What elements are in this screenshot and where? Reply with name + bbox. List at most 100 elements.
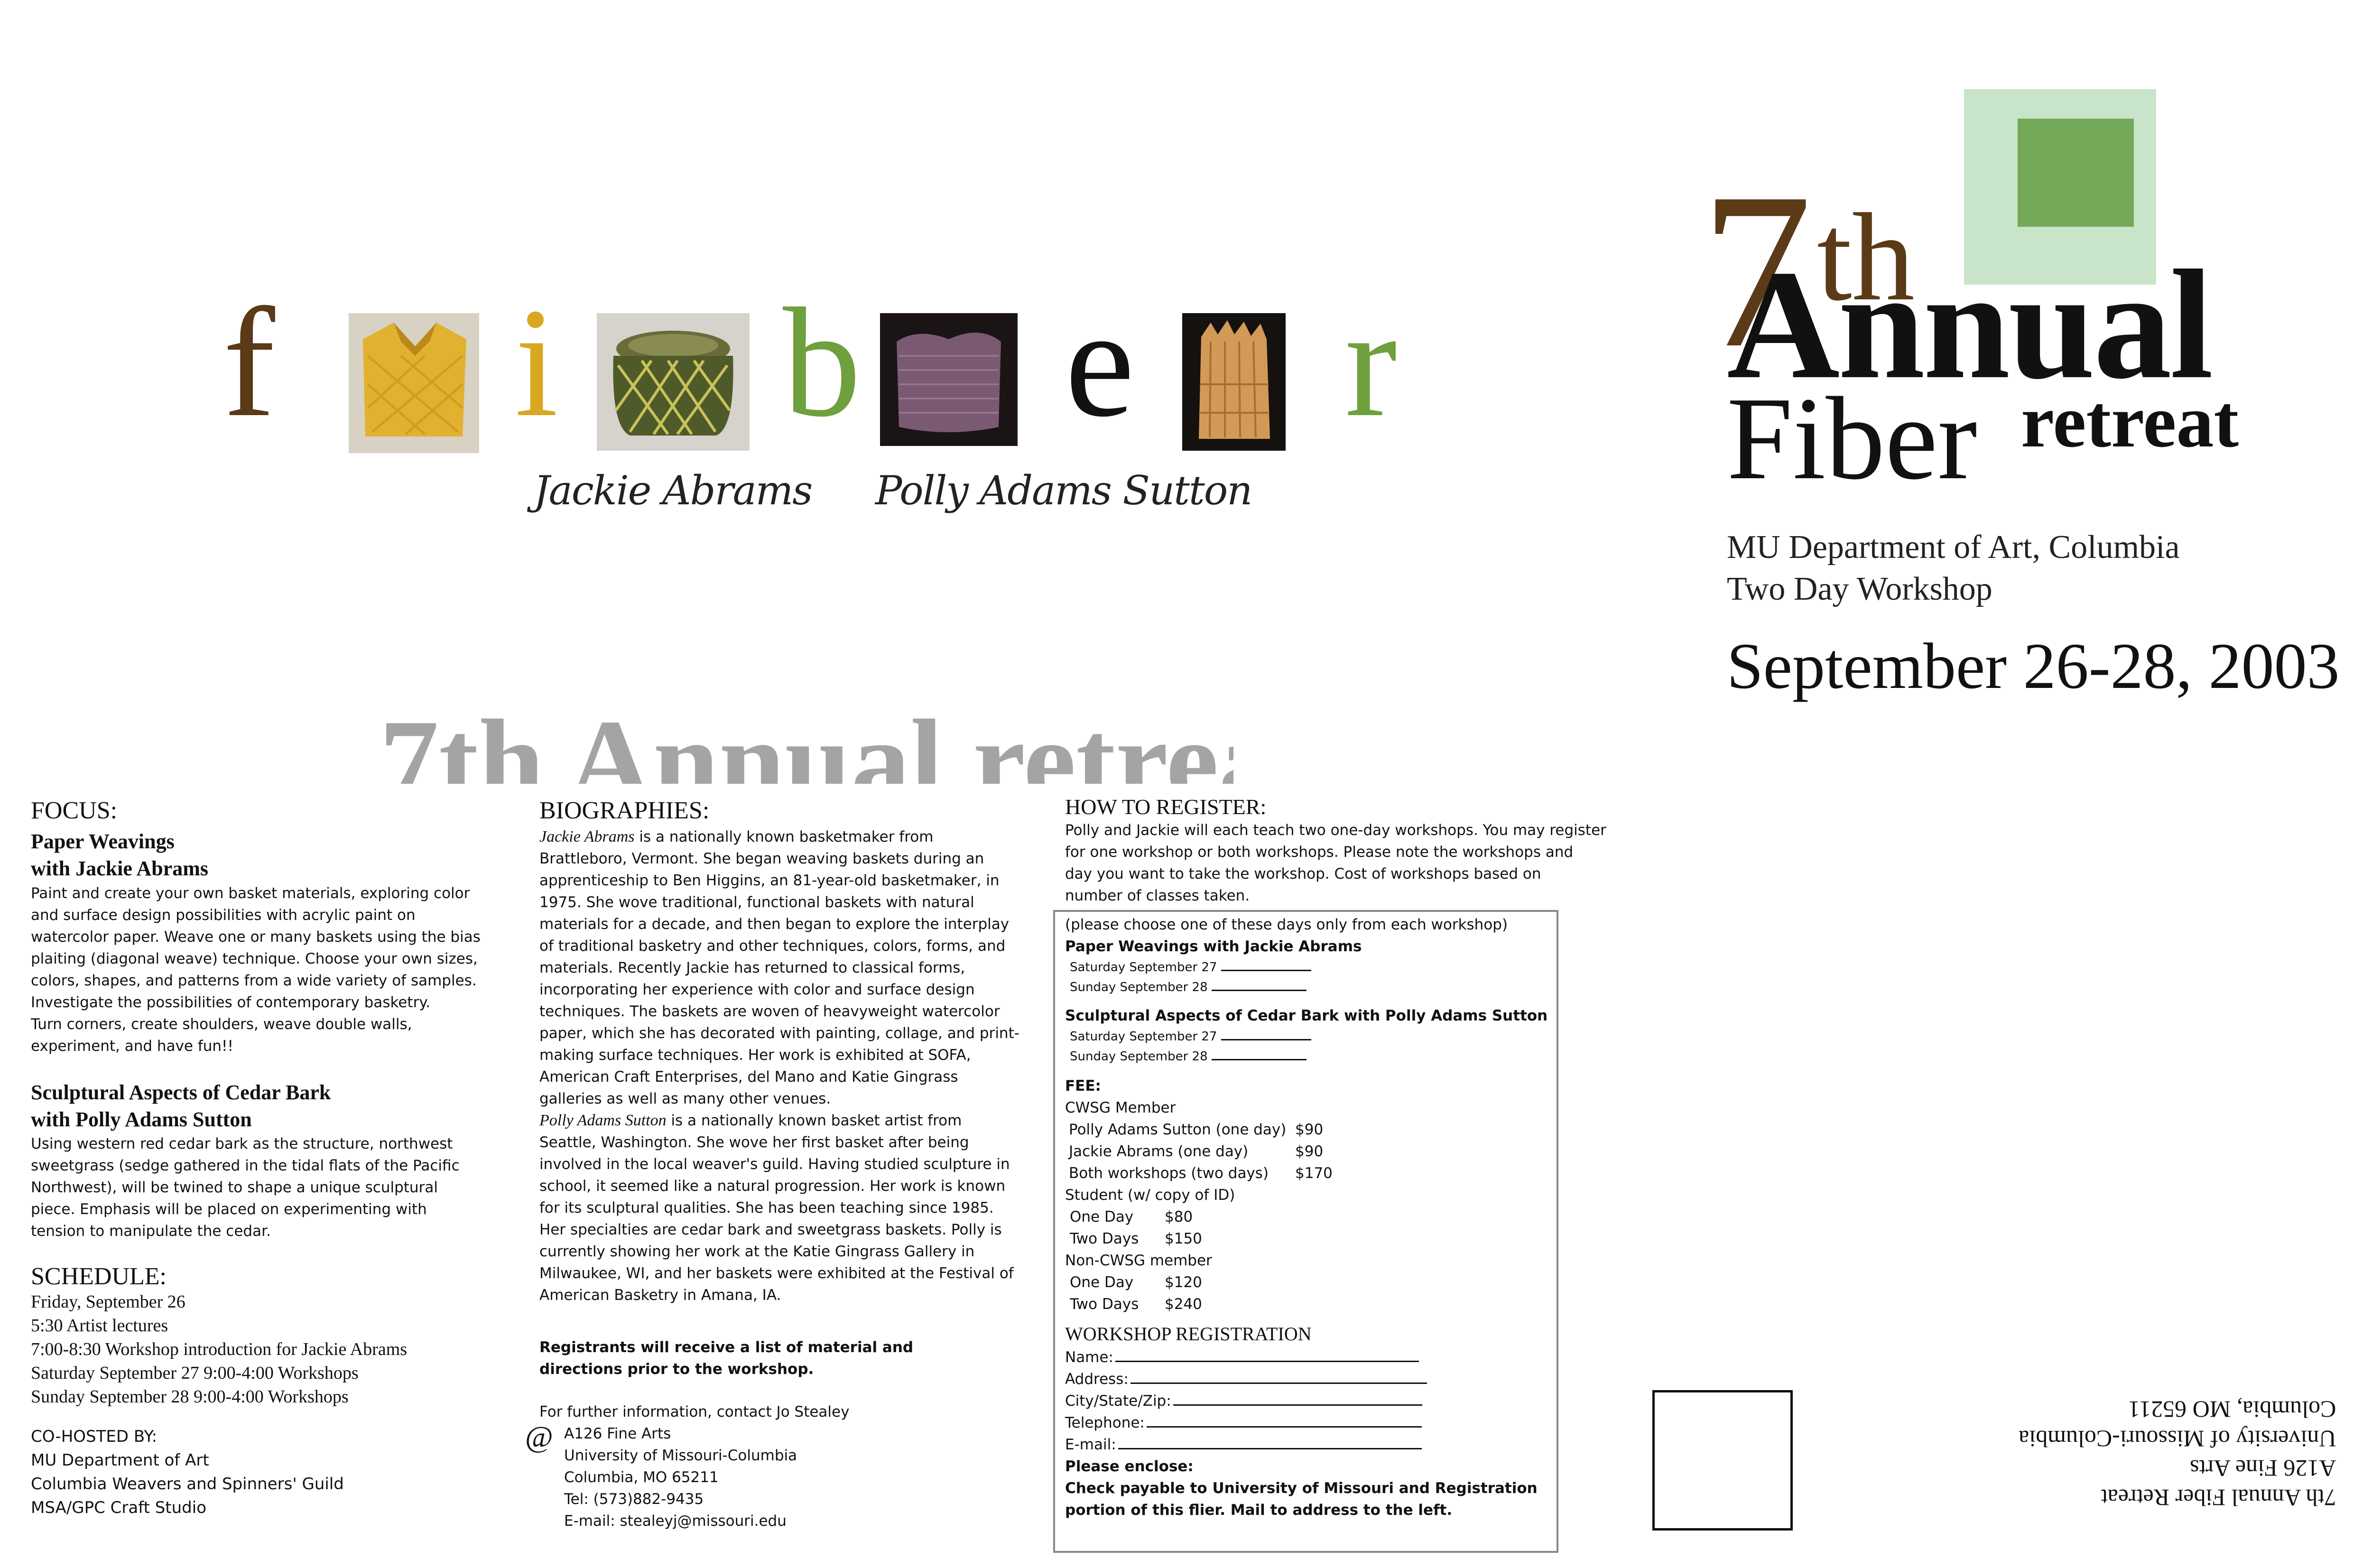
field-label: City/State/Zip: — [1065, 1392, 1171, 1410]
fee-label: Two Days — [1070, 1296, 1139, 1313]
fee-row: Both workshops (two days) $170 — [1065, 1162, 1554, 1184]
woven-round-basket-photo — [597, 313, 750, 451]
fee-row: CWSG Member — [1065, 1097, 1554, 1119]
workshop2-title-1: Sculptural Aspects of Cedar Bark — [31, 1080, 331, 1104]
text-line: Turn corners, create shoulders, weave do… — [31, 1015, 412, 1033]
email-field[interactable]: E-mail: — [1065, 1434, 1554, 1456]
biographies-column: BIOGRAPHIES: Jackie Abrams is a national… — [525, 797, 1028, 1532]
workshop1-title-1: Paper Weavings — [31, 830, 175, 854]
polly-bio: Polly Adams Sutton is a nationally known… — [539, 1110, 1028, 1306]
focus-column: FOCUS: Paper Weavings with Jackie Abrams… — [31, 797, 505, 1520]
text-line: making surface techniques. Her work is e… — [539, 1047, 971, 1064]
schedule-line: Friday, September 26 — [31, 1292, 185, 1312]
biographies-heading: BIOGRAPHIES: — [539, 797, 710, 824]
department-info: MU Department of Art, Columbia Two Day W… — [1727, 527, 2180, 610]
text-line: for one workshop or both workshops. Plea… — [1065, 843, 1574, 861]
yellow-paper-basket-photo — [349, 313, 479, 453]
letter-b: b — [783, 276, 861, 449]
fee-label: Jackie Abrams (one day) — [1069, 1143, 1249, 1160]
text-line: and surface design possibilities with ac… — [31, 906, 416, 924]
workshop1-sun-option[interactable]: Sunday September 28 — [1065, 977, 1554, 997]
workshop1-sat-option[interactable]: Saturday September 27 — [1065, 957, 1554, 977]
cohost-block: CO-HOSTED BY: MU Department of Art Colum… — [31, 1425, 505, 1520]
polly-name: Polly Adams Sutton — [539, 1112, 667, 1130]
text-line: University of Missouri-Columbia — [564, 1447, 797, 1465]
cohost-line: MSA/GPC Craft Studio — [31, 1498, 207, 1518]
day-label: Sunday September 28 — [1070, 980, 1208, 994]
text-line: Her specialties are cedar bark and sweet… — [539, 1221, 1002, 1239]
blank-line[interactable] — [1221, 970, 1311, 971]
workshop1-option-title: Paper Weavings with Jackie Abrams — [1065, 938, 1362, 955]
fee-row: Two Days $150 — [1065, 1228, 1554, 1250]
workshop2-sun-option[interactable]: Sunday September 28 — [1065, 1047, 1554, 1067]
text-line: Registrants will receive a list of mater… — [539, 1339, 914, 1356]
fee-label: Both workshops (two days) — [1069, 1165, 1269, 1182]
address-field[interactable]: Address: — [1065, 1368, 1554, 1390]
blank-line[interactable] — [1211, 990, 1306, 991]
text-line: incorporating her experience with color … — [539, 981, 975, 999]
register-heading: HOW TO REGISTER: — [1065, 795, 1267, 819]
ghost-title-text: 7th Annual retreat — [380, 702, 1233, 784]
text-line: techniques. The baskets are woven of hea… — [539, 1003, 1000, 1021]
contact-address: A126 Fine Arts University of Missouri-Co… — [539, 1423, 1028, 1532]
artist-signature-jackie: Jackie Abrams — [534, 467, 813, 514]
fee-label: Two Days — [1070, 1230, 1139, 1247]
fee-amount: $170 — [1295, 1165, 1333, 1182]
workshop1-title-2: with Jackie Abrams — [31, 857, 208, 881]
name-field[interactable]: Name: — [1065, 1346, 1554, 1368]
ghost-title: 7th Annual retreat — [380, 702, 1233, 784]
telephone-blank[interactable] — [1146, 1426, 1422, 1428]
contact-block: For further information, contact Jo Stea… — [525, 1401, 1028, 1532]
text-line: A126 Fine Arts — [564, 1425, 671, 1443]
text-line: for its sculptural qualities. She has be… — [539, 1199, 994, 1217]
cohost-line: MU Department of Art — [31, 1451, 209, 1470]
blank-line[interactable] — [1211, 1059, 1306, 1060]
text-line: paper, which she has decorated with pain… — [539, 1025, 1019, 1042]
fee-amount: $80 — [1165, 1208, 1193, 1225]
fee-row: Non-CWSG member — [1065, 1250, 1554, 1271]
cohost-line: Columbia Weavers and Spinners' Guild — [31, 1475, 344, 1494]
email-blank[interactable] — [1118, 1448, 1422, 1449]
registrants-note: Registrants will receive a list of mater… — [539, 1336, 1028, 1380]
event-date: September 26-28, 2003 — [1727, 630, 2340, 702]
contact-intro: For further information, contact Jo Stea… — [539, 1403, 850, 1421]
text-line: galleries as well as many other venues. — [539, 1090, 831, 1108]
fee-label: CWSG Member — [1065, 1099, 1176, 1116]
cohost-heading: CO-HOSTED BY: — [31, 1427, 158, 1447]
telephone-field[interactable]: Telephone: — [1065, 1412, 1554, 1434]
workshop1-description: Paint and create your own basket materia… — [31, 882, 505, 1057]
text-line: Polly and Jackie will each teach two one… — [1065, 821, 1606, 839]
letter-r: r — [1345, 276, 1397, 449]
text-line: Investigate the possibilities of contemp… — [31, 993, 431, 1011]
fee-table: CWSG Member Polly Adams Sutton (one day)… — [1065, 1097, 1554, 1315]
enclose-line: portion of this flier. Mail to address t… — [1065, 1502, 1453, 1519]
name-blank[interactable] — [1115, 1361, 1419, 1362]
enclose-line: Check payable to University of Missouri … — [1065, 1480, 1538, 1497]
purple-bark-basket-photo — [880, 313, 1018, 446]
mailing-line: 7th Annual Fiber Retreat — [2101, 1484, 2336, 1511]
focus-heading: FOCUS: — [31, 797, 118, 824]
text-line: sweetgrass (sedge gathered in the tidal … — [31, 1157, 460, 1174]
text-line: Milwaukee, WI, and her baskets were exhi… — [539, 1265, 1014, 1282]
workshop2-description: Using western red cedar bark as the stru… — [31, 1133, 505, 1242]
text-line: tension to manipulate the cedar. — [31, 1222, 271, 1240]
text-line: colors, shapes, and patterns from a wide… — [31, 972, 477, 989]
blank-line[interactable] — [1221, 1039, 1311, 1040]
letter-f: f — [223, 276, 275, 449]
address-blank[interactable] — [1130, 1382, 1427, 1384]
text-line: is a nationally known basket artist from — [666, 1112, 962, 1130]
day-label: Saturday September 27 — [1070, 1030, 1217, 1044]
city-state-zip-field[interactable]: City/State/Zip: — [1065, 1390, 1554, 1412]
text-line: is a nationally known basketmaker from — [634, 828, 934, 846]
field-label: E-mail: — [1065, 1436, 1116, 1453]
fee-row: Two Days $240 — [1065, 1293, 1554, 1315]
text-line: day you want to take the workshop. Cost … — [1065, 865, 1541, 882]
text-line: Columbia, MO 65211 — [564, 1469, 719, 1486]
day-label: Saturday September 27 — [1070, 960, 1217, 974]
mailing-address-upside-down: 7th Annual Fiber Retreat A126 Fine Arts … — [2019, 1395, 2336, 1512]
text-line: 1975. She wove traditional, functional b… — [539, 894, 974, 911]
register-intro: Polly and Jackie will each teach two one… — [1065, 819, 1606, 907]
workshop2-sat-option[interactable]: Saturday September 27 — [1065, 1027, 1554, 1047]
registration-fields: Name: Address: City/State/Zip: Telephone… — [1065, 1346, 1554, 1456]
city-state-zip-blank[interactable] — [1173, 1404, 1422, 1406]
